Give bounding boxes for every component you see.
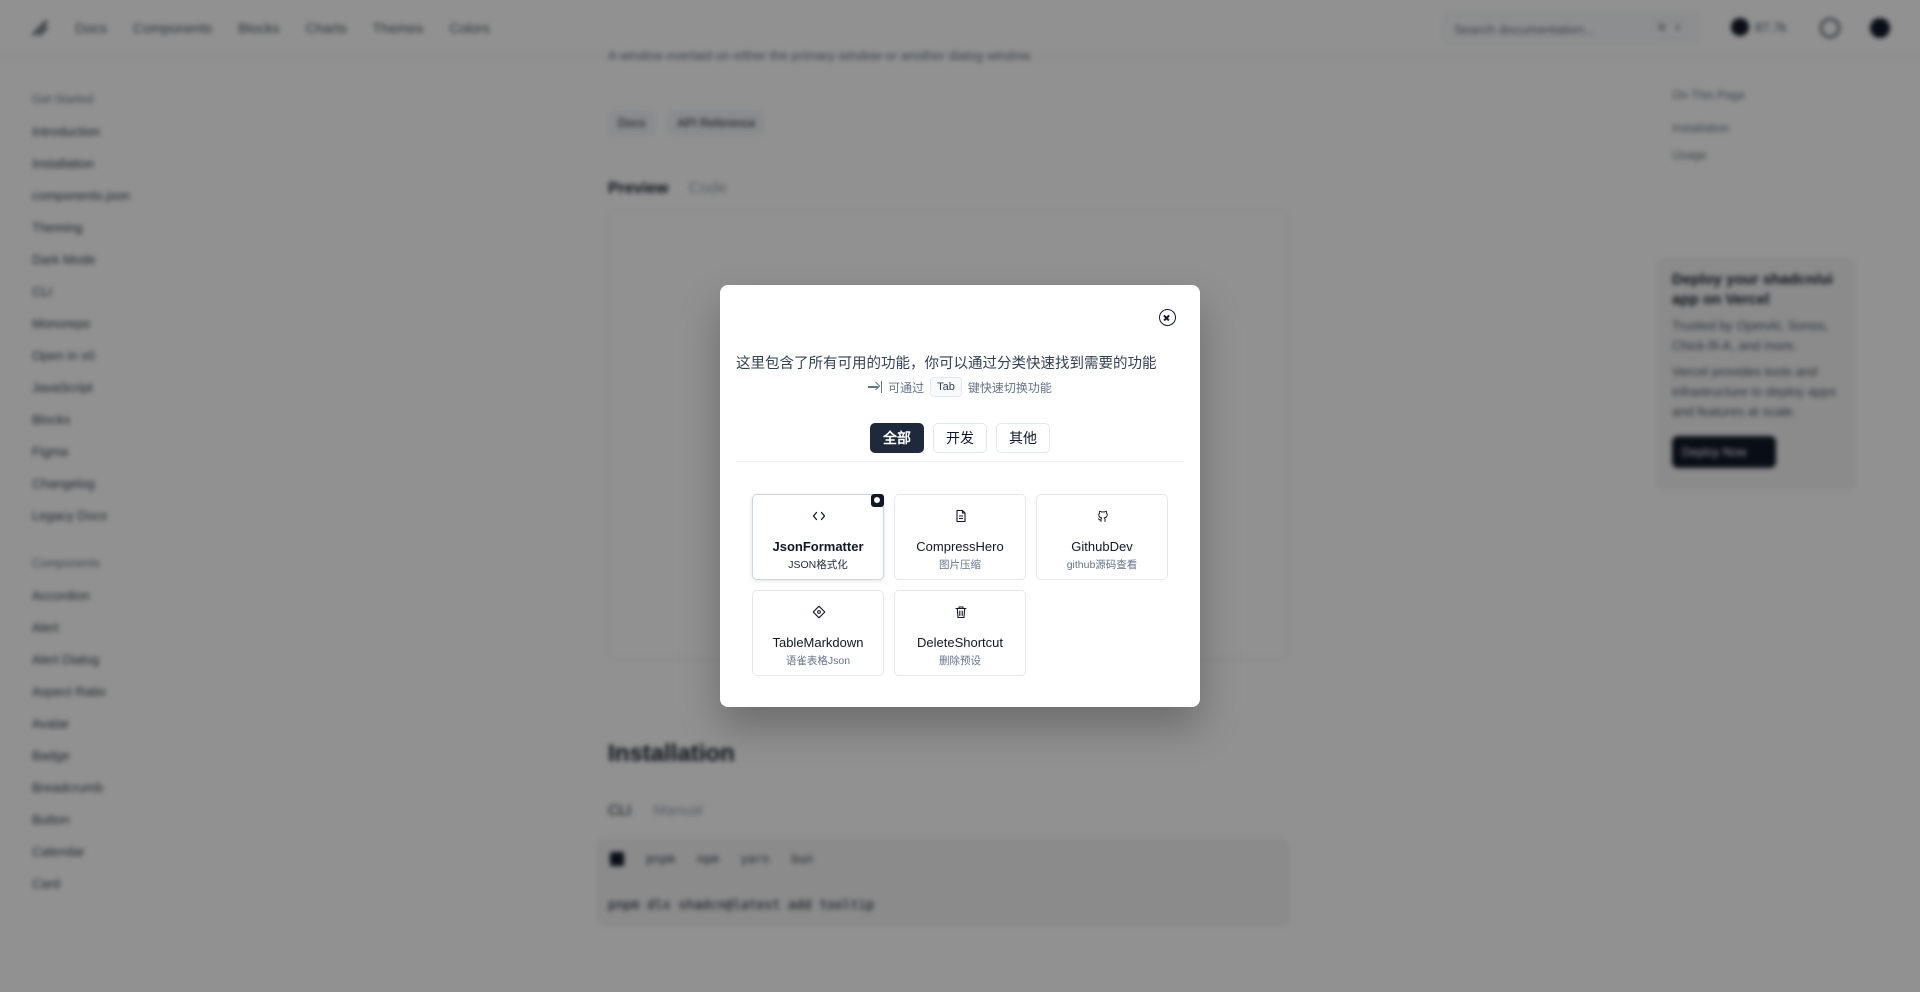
tool-name: CompressHero [916,539,1004,554]
close-icon[interactable] [1159,309,1176,326]
tool-card-githubdev[interactable]: GithubDev github源码查看 [1036,494,1168,580]
hint-prefix: 可通过 [888,380,925,395]
category-all-button[interactable]: 全部 [870,423,924,453]
trash-icon [955,606,967,619]
tool-subtitle: github源码查看 [1066,559,1138,571]
tool-card-compresshero[interactable]: CompressHero 图片压缩 [894,494,1026,580]
tool-name: JsonFormatter [772,539,864,554]
tool-subtitle: 语雀表格Json [785,655,851,667]
tool-subtitle: 图片压缩 [939,559,981,571]
features-dialog: 这里包含了所有可用的功能，你可以通过分类快速找到需要的功能 可通过 Tab 键快… [720,285,1200,707]
dialog-description: 这里包含了所有可用的功能，你可以通过分类快速找到需要的功能 [736,356,1157,372]
tab-hint: 可通过 Tab 键快速切换功能 [720,377,1200,397]
github-icon [1098,510,1108,522]
tool-grid: JsonFormatter JSON格式化 CompressHero 图片压缩 … [752,494,1168,676]
tool-card-jsonformatter[interactable]: JsonFormatter JSON格式化 [752,494,884,580]
tab-key-badge: Tab [930,377,962,397]
tool-name: GithubDev [1071,539,1133,554]
selected-badge-icon [871,494,884,507]
tool-card-deleteshortcut[interactable]: DeleteShortcut 删除预设 [894,590,1026,676]
diamond-icon [812,605,826,619]
category-other-button[interactable]: 其他 [996,423,1050,453]
category-dev-button[interactable]: 开发 [933,423,987,453]
divider [736,461,1184,462]
file-text-icon [956,509,966,523]
tool-card-tablemarkdown[interactable]: TableMarkdown 语雀表格Json [752,590,884,676]
tool-name: DeleteShortcut [917,635,1003,650]
tool-name: TableMarkdown [772,635,864,650]
code-icon [812,511,826,521]
category-filter: 全部 开发 其他 [720,423,1200,453]
hint-suffix: 键快速切换功能 [967,380,1052,395]
tool-subtitle: 删除预设 [939,655,981,667]
tab-arrow-icon [868,381,883,393]
tool-subtitle: JSON格式化 [788,559,848,571]
